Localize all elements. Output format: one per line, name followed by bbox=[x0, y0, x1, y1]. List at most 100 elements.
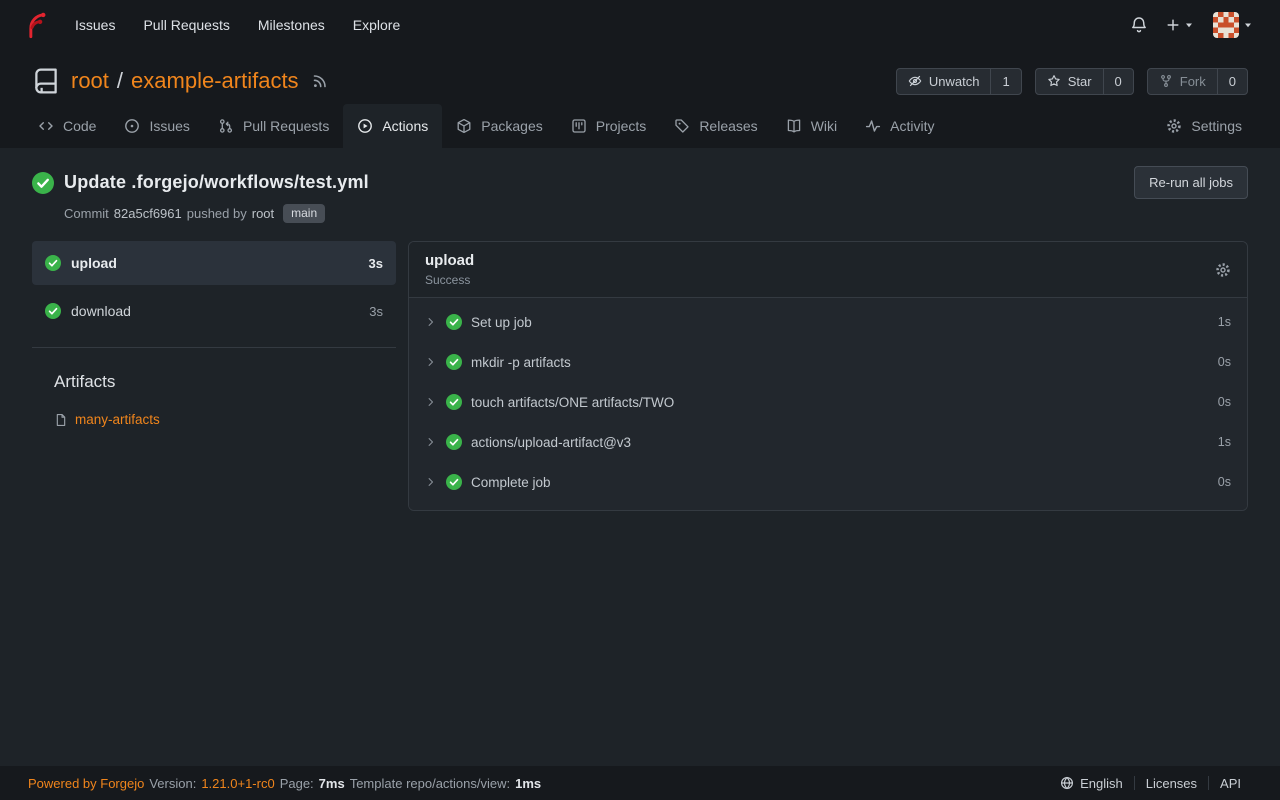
chevron-down-icon bbox=[1242, 19, 1254, 31]
repo-owner-link[interactable]: root bbox=[71, 68, 109, 94]
run-title: Update .forgejo/workflows/test.yml bbox=[64, 172, 369, 193]
licenses-link[interactable]: Licenses bbox=[1135, 776, 1208, 791]
step-duration: 1s bbox=[1218, 315, 1231, 329]
step-row[interactable]: Complete job 0s bbox=[409, 462, 1247, 502]
tab-code[interactable]: Code bbox=[24, 104, 110, 148]
step-success-check-icon bbox=[446, 434, 462, 450]
chevron-right-icon bbox=[425, 436, 437, 448]
branch-badge[interactable]: main bbox=[283, 204, 325, 223]
repo-name-link[interactable]: example-artifacts bbox=[131, 68, 299, 94]
tab-settings[interactable]: Settings bbox=[1152, 104, 1256, 148]
project-board-icon bbox=[571, 118, 587, 134]
tab-releases[interactable]: Releases bbox=[660, 104, 771, 148]
tab-issues[interactable]: Issues bbox=[110, 104, 203, 148]
nav-pull-requests[interactable]: Pull Requests bbox=[132, 11, 240, 39]
run-columns: upload 3s download 3s Artifacts many-art… bbox=[32, 241, 1248, 511]
forks-count[interactable]: 0 bbox=[1217, 69, 1247, 94]
fork-button[interactable]: Fork bbox=[1148, 69, 1217, 94]
job-item-download[interactable]: download 3s bbox=[32, 289, 396, 333]
page-time-value: 7ms bbox=[319, 776, 345, 791]
unwatch-button[interactable]: Unwatch bbox=[897, 69, 991, 94]
step-row[interactable]: Set up job 1s bbox=[409, 302, 1247, 342]
repo-icon bbox=[32, 67, 60, 95]
tab-pull-requests[interactable]: Pull Requests bbox=[204, 104, 343, 148]
top-navbar: Issues Pull Requests Milestones Explore bbox=[0, 0, 1280, 50]
pusher-link[interactable]: root bbox=[252, 206, 274, 221]
gear-icon bbox=[1215, 262, 1231, 278]
tab-actions-label: Actions bbox=[382, 118, 428, 134]
package-icon bbox=[456, 118, 472, 134]
file-icon bbox=[54, 413, 68, 427]
job-detail-name: upload bbox=[425, 252, 474, 269]
version-link[interactable]: 1.21.0+1-rc0 bbox=[201, 776, 274, 791]
notifications-button[interactable] bbox=[1130, 16, 1148, 34]
tag-icon bbox=[674, 118, 690, 134]
tab-pull-requests-label: Pull Requests bbox=[243, 118, 329, 134]
job-detail-panel: upload Success Set up job 1s bbox=[408, 241, 1248, 511]
job-options-button[interactable] bbox=[1215, 262, 1231, 278]
step-success-check-icon bbox=[446, 394, 462, 410]
forgejo-logo-icon bbox=[20, 11, 48, 39]
rss-icon bbox=[312, 73, 328, 89]
rss-feed-button[interactable] bbox=[312, 73, 328, 89]
rerun-all-jobs-button[interactable]: Re-run all jobs bbox=[1134, 166, 1248, 199]
nav-issues[interactable]: Issues bbox=[64, 11, 126, 39]
nav-explore[interactable]: Explore bbox=[342, 11, 411, 39]
step-row[interactable]: mkdir -p artifacts 0s bbox=[409, 342, 1247, 382]
tab-packages-label: Packages bbox=[481, 118, 542, 134]
artifact-link[interactable]: many-artifacts bbox=[75, 412, 160, 427]
commit-sha-link[interactable]: 82a5cf6961 bbox=[114, 206, 182, 221]
tab-code-label: Code bbox=[63, 118, 96, 134]
book-icon bbox=[786, 118, 802, 134]
create-new-button[interactable] bbox=[1166, 18, 1195, 32]
user-avatar bbox=[1213, 12, 1239, 38]
repo-actions: Unwatch 1 Star 0 Fork 0 bbox=[896, 68, 1248, 95]
star-button[interactable]: Star bbox=[1036, 69, 1103, 94]
chevron-right-icon bbox=[425, 396, 437, 408]
step-row[interactable]: touch artifacts/ONE artifacts/TWO 0s bbox=[409, 382, 1247, 422]
footer-right: English Licenses API bbox=[1049, 776, 1252, 791]
run-header: Update .forgejo/workflows/test.yml Re-ru… bbox=[32, 166, 1248, 199]
tab-releases-label: Releases bbox=[699, 118, 757, 134]
pushed-by-label: pushed by bbox=[187, 206, 247, 221]
job-detail-header: upload Success bbox=[409, 242, 1247, 298]
step-name: Set up job bbox=[471, 315, 532, 330]
tab-activity-label: Activity bbox=[890, 118, 934, 134]
user-menu-button[interactable] bbox=[1213, 12, 1254, 38]
step-row[interactable]: actions/upload-artifact@v3 1s bbox=[409, 422, 1247, 462]
nav-milestones[interactable]: Milestones bbox=[247, 11, 336, 39]
tab-packages[interactable]: Packages bbox=[442, 104, 556, 148]
job-name: upload bbox=[71, 255, 117, 271]
repo-separator: / bbox=[117, 68, 123, 94]
language-selector[interactable]: English bbox=[1049, 776, 1134, 791]
job-duration: 3s bbox=[369, 256, 383, 271]
commit-prefix: Commit bbox=[64, 206, 109, 221]
stars-count[interactable]: 0 bbox=[1103, 69, 1133, 94]
watchers-count[interactable]: 1 bbox=[990, 69, 1020, 94]
chevron-right-icon bbox=[425, 316, 437, 328]
job-name: download bbox=[71, 303, 131, 319]
api-link[interactable]: API bbox=[1209, 776, 1252, 791]
step-success-check-icon bbox=[446, 474, 462, 490]
tab-settings-label: Settings bbox=[1191, 118, 1242, 134]
globe-icon bbox=[1060, 776, 1074, 790]
repo-tabbar: Code Issues Pull Requests Actions Packag… bbox=[0, 104, 1280, 148]
watch-button-group: Unwatch 1 bbox=[896, 68, 1022, 95]
tab-projects[interactable]: Projects bbox=[557, 104, 661, 148]
job-duration: 3s bbox=[369, 304, 383, 319]
job-item-upload[interactable]: upload 3s bbox=[32, 241, 396, 285]
eye-slash-icon bbox=[908, 74, 922, 88]
gear-icon bbox=[1166, 118, 1182, 134]
jobs-sidebar: upload 3s download 3s Artifacts many-art… bbox=[32, 241, 396, 427]
code-icon bbox=[38, 118, 54, 134]
repo-title: root / example-artifacts bbox=[71, 68, 299, 94]
fork-label: Fork bbox=[1180, 74, 1206, 89]
chevron-down-icon bbox=[1183, 19, 1195, 31]
tab-actions[interactable]: Actions bbox=[343, 104, 442, 148]
powered-by-link[interactable]: Powered by Forgejo bbox=[28, 776, 144, 791]
tab-activity[interactable]: Activity bbox=[851, 104, 948, 148]
forgejo-logo[interactable] bbox=[20, 11, 48, 39]
tab-wiki[interactable]: Wiki bbox=[772, 104, 851, 148]
step-success-check-icon bbox=[446, 354, 462, 370]
page-time-label: Page: bbox=[280, 776, 314, 791]
